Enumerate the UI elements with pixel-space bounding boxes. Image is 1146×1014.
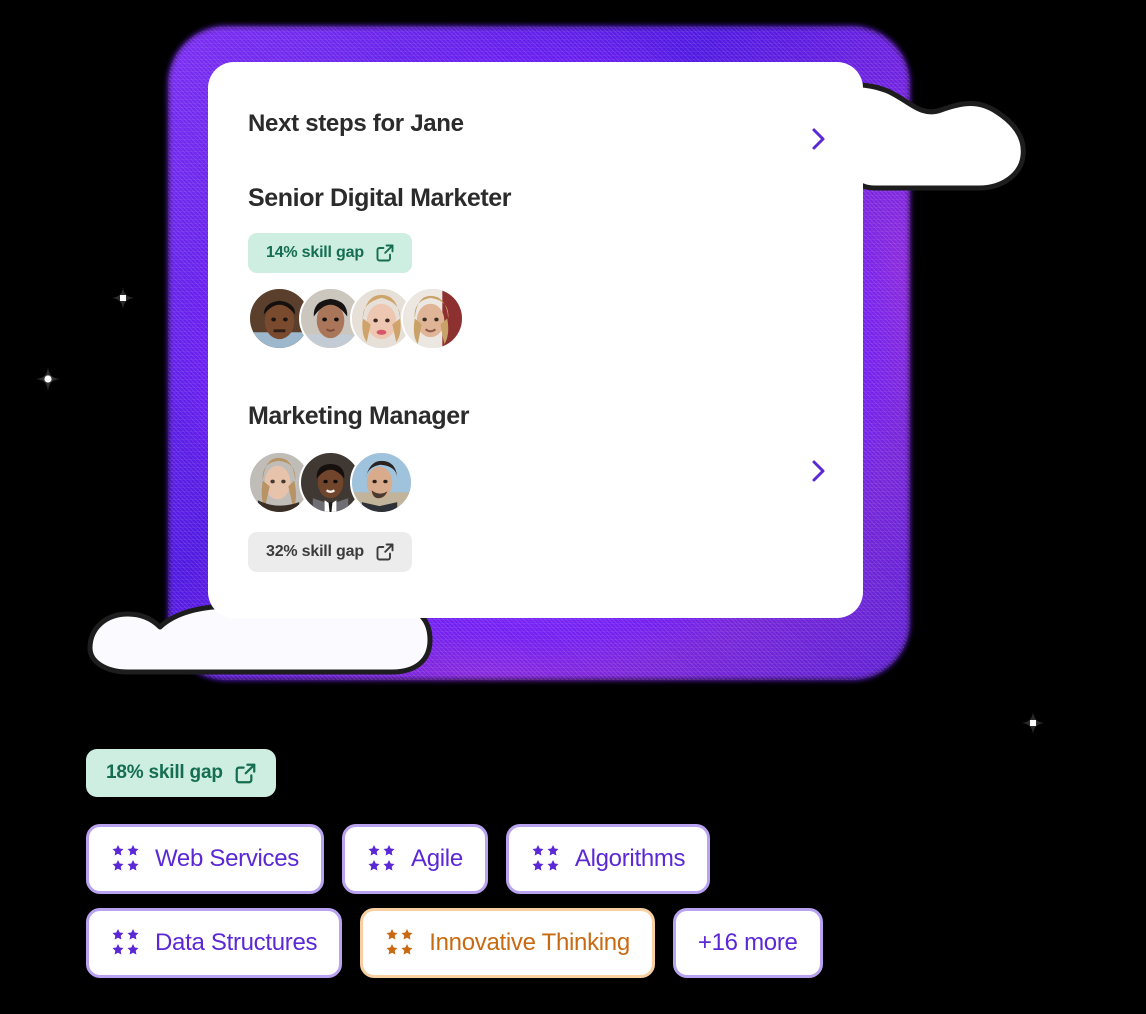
role-row-marketing-manager[interactable]: Marketing Manager 32% skill gap — [248, 402, 825, 572]
overall-skill-gap-row: 18% skill gap — [86, 749, 276, 797]
skill-gap-label: 32% skill gap — [266, 543, 364, 560]
next-steps-card-stage: Next steps for Jane Senior Digital Marke… — [0, 0, 1146, 700]
four-stars-icon — [111, 928, 141, 958]
skill-pill-label: Algorithms — [574, 845, 686, 872]
four-stars-icon — [385, 928, 415, 958]
external-link-icon — [235, 763, 256, 784]
skill-gap-label: 14% skill gap — [266, 244, 364, 261]
external-link-icon — [376, 244, 394, 262]
role-title: Senior Digital Marketer — [248, 184, 512, 212]
skill-pill-web-services[interactable]: Web Services — [86, 824, 325, 894]
avatar-7[interactable] — [350, 451, 413, 514]
overall-skill-gap-label: 18% skill gap — [106, 762, 223, 783]
skills-section: 18% skill gap Web Services Agile Algorit… — [0, 700, 1146, 1014]
skill-pill-label: Agile — [411, 845, 463, 872]
external-link-icon — [376, 543, 394, 561]
four-stars-icon — [111, 844, 141, 874]
skill-gap-badge[interactable]: 32% skill gap — [248, 532, 412, 572]
skill-pill-label: Innovative Thinking — [429, 929, 630, 956]
avatar-4[interactable] — [401, 287, 464, 350]
skill-gap-badge[interactable]: 14% skill gap — [248, 233, 412, 273]
skill-pill-algorithms[interactable]: Algorithms — [505, 824, 711, 894]
role-row-senior-digital-marketer[interactable]: Senior Digital Marketer 14% skill gap — [248, 128, 825, 350]
chevron-right-icon[interactable] — [805, 458, 831, 484]
four-stars-icon — [531, 844, 561, 874]
skill-pill-data-structures[interactable]: Data Structures — [86, 908, 343, 978]
skill-pill-label: Web Services — [155, 845, 300, 872]
overall-skill-gap-badge[interactable]: 18% skill gap — [86, 749, 276, 797]
chevron-right-icon[interactable] — [805, 126, 831, 152]
page-title: Next steps for Jane — [248, 110, 464, 137]
skill-pill-label: +16 more — [697, 929, 798, 956]
skill-pill-innovative-thinking[interactable]: Innovative Thinking — [360, 908, 655, 978]
next-steps-card: Next steps for Jane Senior Digital Marke… — [208, 62, 863, 618]
four-stars-icon — [367, 844, 397, 874]
avatar-group[interactable] — [248, 451, 823, 514]
skill-pill-row-1: Web Services Agile Algorithms — [86, 824, 711, 894]
skill-pill-label: Data Structures — [155, 929, 318, 956]
skill-pill-row-2: Data Structures Innovative Thinking +16 … — [86, 908, 823, 978]
skill-pill-agile[interactable]: Agile — [342, 824, 488, 894]
role-title: Marketing Manager — [248, 402, 470, 430]
avatar-group[interactable] — [248, 287, 823, 350]
skill-pill-more[interactable]: +16 more — [672, 908, 823, 978]
